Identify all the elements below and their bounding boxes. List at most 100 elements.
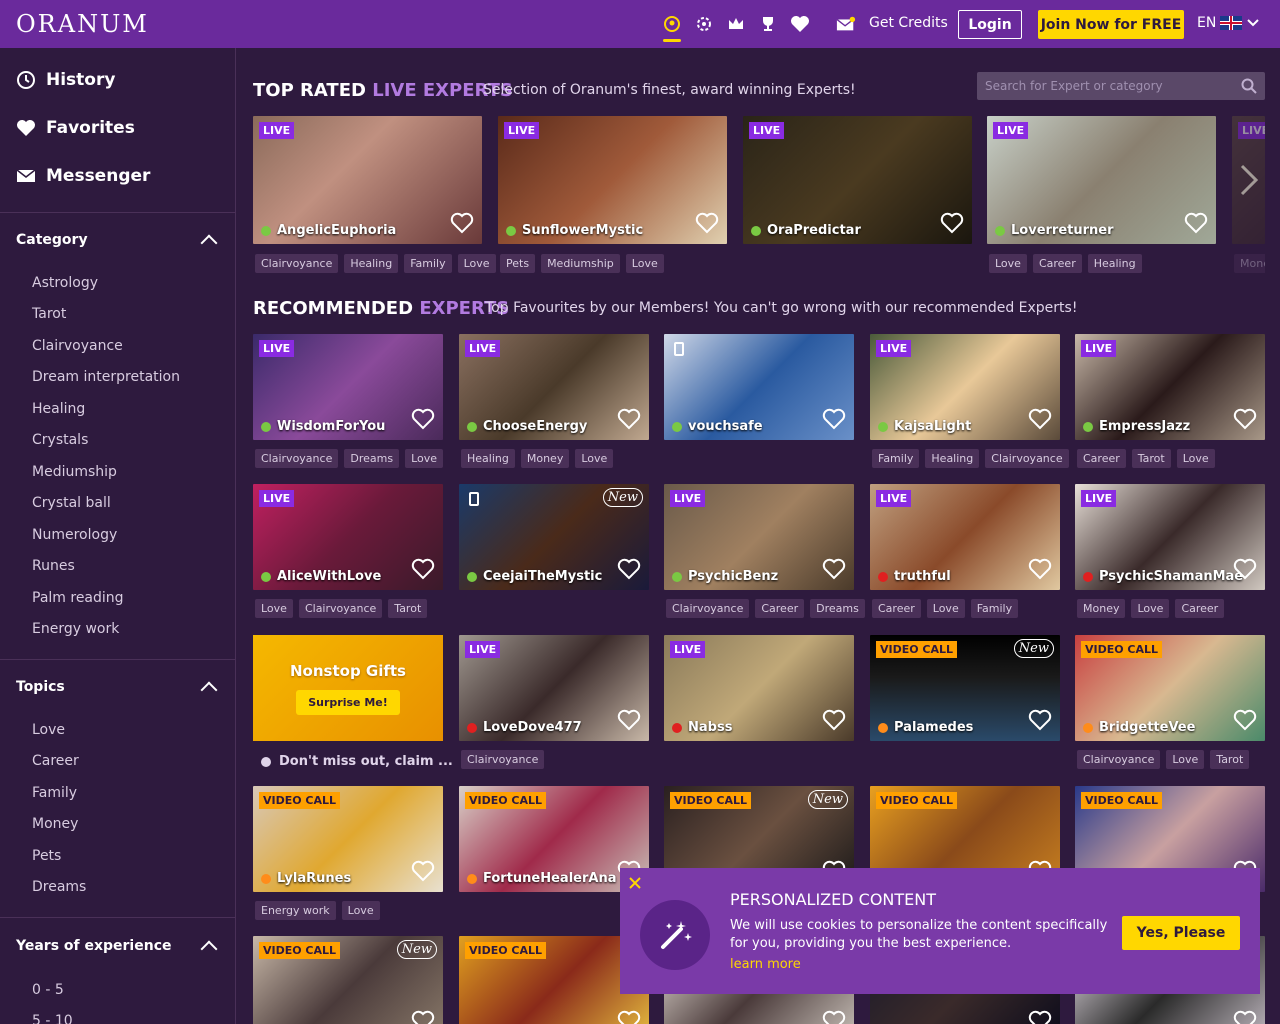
favorite-heart-icon[interactable] <box>617 408 641 434</box>
tag-healing[interactable]: Healing <box>344 254 399 273</box>
favorite-heart-icon[interactable] <box>1028 1010 1052 1024</box>
expert-card[interactable]: LIVE AngelicEuphoria <box>253 116 482 244</box>
tag-dreams[interactable]: Dreams <box>344 449 400 468</box>
tag-career[interactable]: Career <box>872 599 921 618</box>
tag-dreams[interactable]: Dreams <box>810 599 865 618</box>
tag-clairvoyance[interactable]: Clairvoyance <box>1077 750 1161 769</box>
deals-nav-icon[interactable] <box>694 12 714 36</box>
favorite-heart-icon[interactable] <box>1233 558 1257 584</box>
expert-card[interactable]: LIVE KajsaLight <box>870 334 1060 440</box>
topic-pets[interactable]: Pets <box>0 840 235 872</box>
tag-money[interactable]: Money <box>1077 599 1126 618</box>
tag-energy-work[interactable]: Energy work <box>255 901 336 920</box>
tag-love[interactable]: Love <box>341 901 380 920</box>
category-clairvoyance[interactable]: Clairvoyance <box>0 330 235 362</box>
topics-section-header[interactable]: Topics <box>0 660 235 714</box>
expert-card[interactable]: vouchsafe <box>664 334 854 440</box>
tag-clairvoyance[interactable]: Clairvoyance <box>985 449 1069 468</box>
favorite-heart-icon[interactable] <box>411 1010 435 1024</box>
favorite-heart-icon[interactable] <box>1028 558 1052 584</box>
expert-card[interactable]: LIVE AliceWithLove <box>253 484 443 590</box>
tag-clairvoyance[interactable]: Clairvoyance <box>255 254 339 273</box>
expert-card[interactable]: LIVE truthful <box>870 484 1060 590</box>
tag-healing[interactable]: Healing <box>461 449 515 468</box>
favorite-heart-icon[interactable] <box>1028 408 1052 434</box>
tag-love[interactable]: Love <box>1131 599 1170 618</box>
expert-card[interactable]: LIVE LoveDove477 <box>459 635 649 741</box>
tag-tarot[interactable]: Tarot <box>388 599 428 618</box>
tag-healing[interactable]: Healing <box>925 449 980 468</box>
tag-love[interactable]: Love <box>255 599 293 618</box>
expert-card[interactable]: LIVE Nabss <box>664 635 854 741</box>
sidebar-item-history[interactable]: History <box>0 56 235 104</box>
category-crystal-ball[interactable]: Crystal ball <box>0 488 235 520</box>
search-icon[interactable] <box>1241 78 1257 94</box>
expert-card[interactable]: LIVE Loverreturner <box>987 116 1216 244</box>
language-selector[interactable]: EN <box>1197 15 1260 31</box>
login-button[interactable]: Login <box>958 10 1022 39</box>
tag-healing[interactable]: Healing <box>1087 254 1142 273</box>
category-healing[interactable]: Healing <box>0 393 235 425</box>
topic-love[interactable]: Love <box>0 714 235 746</box>
tag-career[interactable]: Career <box>1175 599 1225 618</box>
favorite-heart-icon[interactable] <box>822 558 846 584</box>
tag-career[interactable]: Career <box>1032 254 1082 273</box>
years-5-10[interactable]: 5 - 10 <box>0 1006 235 1024</box>
tag-clairvoyance[interactable]: Clairvoyance <box>666 599 750 618</box>
favorite-heart-icon[interactable] <box>1028 709 1052 735</box>
category-section-header[interactable]: Category <box>0 213 235 267</box>
tag-family[interactable]: Family <box>970 599 1019 618</box>
favorite-heart-icon[interactable] <box>617 558 641 584</box>
expert-card[interactable]: VIDEO CALL BridgetteVee <box>1075 635 1265 741</box>
favorite-heart-icon[interactable] <box>1184 212 1208 238</box>
category-tarot[interactable]: Tarot <box>0 299 235 331</box>
category-energy-work[interactable]: Energy work <box>0 614 235 646</box>
expert-card[interactable]: LIVE EmpressJazz <box>1075 334 1265 440</box>
years-0-5[interactable]: 0 - 5 <box>0 974 235 1006</box>
tag-love[interactable]: Love <box>989 254 1027 273</box>
expert-card[interactable]: VIDEO CALL New <box>253 936 443 1024</box>
favorite-heart-icon[interactable] <box>411 860 435 886</box>
promo-caption[interactable]: Don't miss out, claim ... <box>261 754 453 769</box>
favorite-heart-icon[interactable] <box>822 408 846 434</box>
favorite-heart-icon[interactable] <box>1233 408 1257 434</box>
expert-card[interactable]: LIVE SunflowerMystic <box>498 116 727 244</box>
expert-card[interactable]: LIVE OraPredictar <box>743 116 972 244</box>
expert-card[interactable]: LIVE PsychicBenz <box>664 484 854 590</box>
tag-love[interactable]: Love <box>926 599 965 618</box>
tag-family[interactable]: Family <box>404 254 452 273</box>
tag-love[interactable]: Love <box>1166 750 1205 769</box>
category-numerology[interactable]: Numerology <box>0 519 235 551</box>
expert-card-peek[interactable]: LIVE <box>1232 116 1265 244</box>
get-credits-link[interactable]: Get Credits <box>869 15 948 31</box>
tag-family[interactable]: Family <box>872 449 920 468</box>
expert-card[interactable]: LIVE WisdomForYou <box>253 334 443 440</box>
favorite-heart-icon[interactable] <box>695 212 719 238</box>
years-section-header[interactable]: Years of experience <box>0 918 235 974</box>
topic-money[interactable]: Money <box>0 809 235 841</box>
sidebar-item-messenger[interactable]: Messenger <box>0 152 235 200</box>
favorite-heart-icon[interactable] <box>450 212 474 238</box>
tag-career[interactable]: Career <box>1077 449 1126 468</box>
search-input[interactable] <box>977 72 1235 100</box>
category-mediumship[interactable]: Mediumship <box>0 456 235 488</box>
topic-dreams[interactable]: Dreams <box>0 872 235 904</box>
tag-clairvoyance[interactable]: Clairvoyance <box>255 449 339 468</box>
tag-clairvoyance[interactable]: Clairvoyance <box>298 599 383 618</box>
expert-card[interactable]: VIDEO CALL New Palamedes <box>870 635 1060 741</box>
tag-love[interactable]: Love <box>625 254 664 273</box>
favorite-heart-icon[interactable] <box>411 408 435 434</box>
surprise-me-button[interactable]: Surprise Me! <box>296 689 400 715</box>
tag-money[interactable]: Money <box>1234 254 1265 273</box>
cookie-close-button[interactable] <box>626 874 644 892</box>
crown-nav-icon[interactable] <box>726 12 746 36</box>
promo-card[interactable]: Nonstop Gifts Surprise Me! <box>253 635 443 741</box>
expert-card[interactable]: LIVE ChooseEnergy <box>459 334 649 440</box>
tag-love[interactable]: Love <box>575 449 614 468</box>
category-crystals[interactable]: Crystals <box>0 425 235 457</box>
category-palm-reading[interactable]: Palm reading <box>0 582 235 614</box>
favorite-heart-icon[interactable] <box>822 709 846 735</box>
tag-clairvoyance[interactable]: Clairvoyance <box>461 750 545 769</box>
topic-career[interactable]: Career <box>0 746 235 778</box>
tag-love[interactable]: Love <box>405 449 444 468</box>
